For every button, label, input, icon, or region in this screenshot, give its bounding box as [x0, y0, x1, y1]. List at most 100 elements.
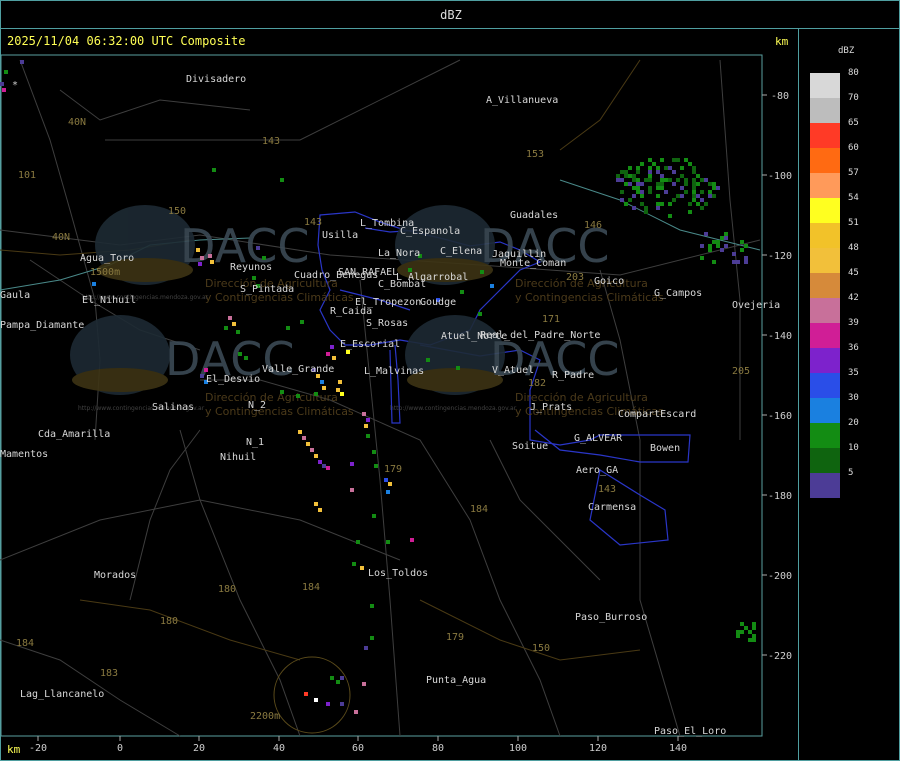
place-label: L_Tombina — [360, 218, 414, 229]
place-label: SAN_RAFAEL — [338, 267, 398, 278]
radar-echo-cell — [692, 170, 696, 174]
radar-echo-cell — [704, 178, 708, 182]
route-number: 184 — [302, 582, 320, 593]
radar-echo-cell — [356, 540, 360, 544]
radar-echo-cell — [228, 316, 232, 320]
route-number: 143 — [304, 217, 322, 228]
legend-swatch — [810, 148, 840, 173]
route-number: 180 — [218, 584, 236, 595]
legend-label: 20 — [848, 418, 859, 428]
radar-echo-cell — [640, 162, 644, 166]
radar-echo-cell — [478, 312, 482, 316]
place-label: Bowen — [650, 443, 680, 454]
radar-echo-cell — [232, 322, 236, 326]
radar-echo-cell — [712, 260, 716, 264]
legend-swatch — [810, 273, 840, 298]
x-tick-label: 0 — [117, 743, 123, 754]
x-axis-ticks: -20 0 20 40 60 80 100 120 140 — [29, 736, 687, 754]
radar-echo-cell — [362, 412, 366, 416]
radar-marker-star: * — [12, 80, 18, 91]
legend-swatch — [810, 223, 840, 248]
radar-echo-cell — [648, 174, 652, 178]
route-number: 184 — [16, 638, 34, 649]
radar-echo-cell — [426, 358, 430, 362]
radar-echo-cell — [644, 178, 648, 182]
radar-echo-cell — [372, 450, 376, 454]
radar-echo-cell — [736, 260, 740, 264]
legend-label: 70 — [848, 93, 859, 103]
place-label: S_Rosas — [366, 318, 408, 329]
radar-map[interactable]: DACC Dirección de Agricultura y Continge… — [0, 0, 900, 761]
radar-echo-cell — [704, 232, 708, 236]
radar-echo-cell — [640, 202, 644, 206]
legend-swatch — [810, 198, 840, 223]
radar-echo-cell — [704, 202, 708, 206]
place-label: Paso_Burroso — [575, 612, 647, 623]
radar-echo-cell — [752, 622, 756, 626]
radar-echo-cell — [684, 158, 688, 162]
radar-echo-cell — [664, 178, 668, 182]
radar-echo-cell — [660, 178, 664, 182]
route-number: 150 — [168, 206, 186, 217]
place-label: R_Padre — [552, 370, 594, 381]
radar-echo-cell — [636, 190, 640, 194]
agua-toro-elevation-label: 1500m — [90, 267, 120, 278]
radar-echo-cell — [460, 290, 464, 294]
radar-echo-cell — [340, 392, 344, 396]
radar-echo-cell — [648, 186, 652, 190]
radar-echo-cell — [752, 634, 756, 638]
radar-echo-cell — [672, 198, 676, 202]
radar-echo-cell — [384, 478, 388, 482]
timestamp-label: 2025/11/04 06:32:00 UTC Composite — [7, 34, 246, 48]
legend-swatch — [810, 98, 840, 123]
place-label: Goudge — [420, 297, 456, 308]
radar-echo-cell — [640, 190, 644, 194]
radar-echo-cell — [624, 174, 628, 178]
radar-echo-cell — [648, 190, 652, 194]
radar-echo-cell — [740, 248, 744, 252]
y-tick-label: -180 — [768, 491, 792, 502]
radar-echo-cell — [692, 186, 696, 190]
radar-echo-cell — [712, 186, 716, 190]
legend-swatch — [810, 473, 840, 498]
radar-echo-cell — [238, 352, 242, 356]
radar-echo-cell — [708, 190, 712, 194]
radar-echo-cell — [696, 202, 700, 206]
radar-echo-cell — [736, 630, 740, 634]
place-label: L_Malvinas — [364, 366, 424, 377]
radar-echo-cell — [664, 190, 668, 194]
radar-echo-cell — [732, 260, 736, 264]
route-number: 143 — [262, 136, 280, 147]
place-label: G_Campos — [654, 288, 702, 299]
place-label: Punta_Agua — [426, 675, 486, 686]
radar-echo-cell — [700, 178, 704, 182]
radar-echo-cell — [644, 210, 648, 214]
radar-echo-cell — [360, 566, 364, 570]
radar-echo-cell — [326, 466, 330, 470]
radar-echo-cell — [628, 182, 632, 186]
legend-swatch — [810, 248, 840, 273]
radar-echo-cell — [628, 198, 632, 202]
radar-echo-cell — [692, 166, 696, 170]
radar-echo-cell — [744, 244, 748, 248]
radar-echo-cell — [280, 390, 284, 394]
radar-echo-cell — [632, 194, 636, 198]
radar-echo-cell — [708, 244, 712, 248]
radar-echo-cell — [306, 442, 310, 446]
route-number: 180 — [160, 616, 178, 627]
radar-echo-cell — [700, 190, 704, 194]
radar-echo-cell — [668, 214, 672, 218]
radar-echo-cell — [660, 158, 664, 162]
radar-echo-cell — [656, 206, 660, 210]
radar-echo-cell — [314, 392, 318, 396]
radar-echo-cell — [304, 692, 308, 696]
radar-echo-cell — [724, 232, 728, 236]
radar-echo-cell — [332, 356, 336, 360]
route-number: 183 — [100, 668, 118, 679]
place-label: S_Pintada — [240, 284, 294, 295]
radar-echo-cell — [302, 436, 306, 440]
route-number: 205 — [732, 366, 750, 377]
place-label: Divisadero — [186, 74, 246, 85]
radar-echo-cell — [676, 158, 680, 162]
place-label: Pampa_Diamante — [0, 320, 84, 331]
